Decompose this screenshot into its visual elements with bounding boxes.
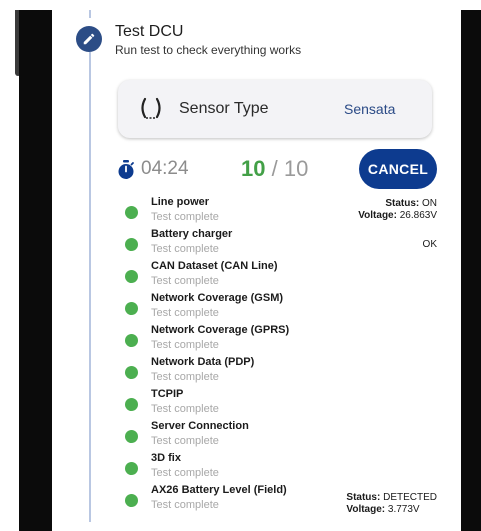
tests-total-count: 10 — [283, 156, 309, 181]
status-dot-icon — [125, 462, 138, 475]
detail-key: Status: — [385, 198, 420, 209]
elapsed-timer: 04:24 — [141, 158, 189, 179]
test-name: Line power — [151, 196, 210, 208]
stopwatch-icon — [118, 160, 134, 179]
status-dot-icon — [125, 206, 138, 219]
test-progress-count: 10 / 10 — [241, 156, 308, 182]
status-dot-icon — [125, 494, 138, 507]
device-bezel-right — [461, 10, 481, 531]
test-name: TCPIP — [151, 388, 184, 400]
test-item-network-gsm: Network Coverage (GSM) Test complete — [52, 292, 461, 324]
test-item-network-gprs: Network Coverage (GPRS) Test complete — [52, 324, 461, 356]
status-dot-icon — [125, 430, 138, 443]
test-name: Network Data (PDP) — [151, 356, 255, 368]
test-name: 3D fix — [151, 452, 181, 464]
test-item-network-data: Network Data (PDP) Test complete — [52, 356, 461, 388]
test-item-can-dataset: CAN Dataset (CAN Line) Test complete — [52, 260, 461, 292]
test-item-line-power: Line power Test complete Status: ON Volt… — [52, 196, 461, 228]
timeline-tick — [89, 10, 91, 18]
test-status: Test complete — [151, 403, 219, 415]
step-edit-badge[interactable] — [76, 26, 102, 52]
detail-value: 3.773V — [387, 504, 420, 515]
test-status: Test complete — [151, 499, 219, 511]
test-item-battery-charger: Battery charger Test complete OK — [52, 228, 461, 260]
count-separator: / — [271, 156, 278, 181]
test-status: Test complete — [151, 243, 219, 255]
cancel-button[interactable]: CANCEL — [359, 149, 437, 189]
status-dot-icon — [125, 302, 138, 315]
test-status: Test complete — [151, 371, 219, 383]
test-status: Test complete — [151, 211, 219, 223]
device-frame: Test DCU Run test to check everything wo… — [0, 0, 481, 531]
sensor-type-value: Sensata — [344, 101, 396, 117]
test-name: Battery charger — [151, 228, 233, 240]
test-item-3d-fix: 3D fix Test complete — [52, 452, 461, 484]
status-dot-icon — [125, 334, 138, 347]
test-name: Server Connection — [151, 420, 249, 432]
detail-value: DETECTED — [383, 492, 437, 503]
status-dot-icon — [125, 398, 138, 411]
test-item-ax26-battery: AX26 Battery Level (Field) Test complete… — [52, 484, 461, 516]
test-details: Status: ON Voltage: 26.863V — [358, 198, 437, 222]
tests-done-count: 10 — [241, 156, 266, 181]
test-name: Network Coverage (GSM) — [151, 292, 284, 304]
step-subtitle: Run test to check everything works — [115, 43, 302, 57]
test-name: CAN Dataset (CAN Line) — [151, 260, 278, 272]
status-dot-icon — [125, 270, 138, 283]
sensor-type-card[interactable]: Sensor Type Sensata — [118, 80, 432, 138]
test-status: Test complete — [151, 339, 219, 351]
test-name: Network Coverage (GPRS) — [151, 324, 290, 336]
test-result-ok: OK — [422, 239, 437, 250]
test-item-tcpip: TCPIP Test complete — [52, 388, 461, 420]
test-item-server-connection: Server Connection Test complete — [52, 420, 461, 452]
detail-value: 26.863V — [399, 210, 437, 221]
sensor-type-label: Sensor Type — [179, 100, 269, 117]
test-status: Test complete — [151, 307, 219, 319]
test-name: AX26 Battery Level (Field) — [151, 484, 287, 496]
detail-key: Voltage: — [358, 210, 397, 221]
app-screen: Test DCU Run test to check everything wo… — [52, 10, 461, 531]
tire-pressure-icon — [141, 97, 161, 119]
test-status: Test complete — [151, 467, 219, 479]
device-bezel-left — [19, 10, 52, 531]
pencil-icon — [83, 33, 95, 45]
step-title: Test DCU — [115, 23, 184, 40]
test-status: Test complete — [151, 435, 219, 447]
test-details: Status: DETECTED Voltage: 3.773V — [346, 492, 437, 516]
status-dot-icon — [125, 366, 138, 379]
detail-key: Status: — [346, 492, 381, 503]
status-dot-icon — [125, 238, 138, 251]
test-status: Test complete — [151, 275, 219, 287]
detail-key: Voltage: — [346, 504, 386, 515]
detail-value: ON — [422, 198, 437, 209]
